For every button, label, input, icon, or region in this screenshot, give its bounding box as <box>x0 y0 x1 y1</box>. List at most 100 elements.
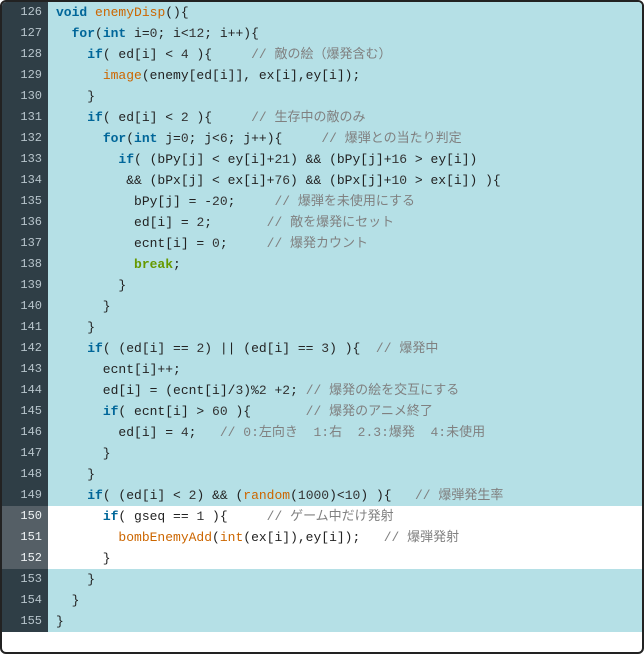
token-num: 16 <box>392 152 408 167</box>
code-line: 153 } <box>2 569 642 590</box>
token-cmt: // 敵を爆発にセット <box>267 215 394 230</box>
token-kw: if <box>87 110 103 125</box>
token-plain: (){ <box>165 5 188 20</box>
token-kw: if <box>87 488 103 503</box>
token-plain <box>56 47 87 62</box>
line-content: if( ed[i] < 4 ){ // 敵の絵（爆発含む） <box>48 44 642 65</box>
line-content: && (bPx[j] < ex[i]+76) && (bPx[j]+10 > e… <box>48 170 642 191</box>
line-content: void enemyDisp(){ <box>48 2 642 23</box>
token-type: int <box>103 26 126 41</box>
line-content: if( (ed[i] == 2) || (ed[i] == 3) ){ // 爆… <box>48 338 642 359</box>
code-line: 155} <box>2 611 642 632</box>
token-num: 2 <box>282 383 290 398</box>
line-content: bombEnemyAdd(int(ex[i]),ey[i]); // 爆弾発射 <box>48 527 642 548</box>
line-content: } <box>48 443 642 464</box>
token-plain: ( ed[i] < <box>103 47 181 62</box>
code-line: 134 && (bPx[j] < ex[i]+76) && (bPx[j]+10… <box>2 170 642 191</box>
code-line: 129 image(enemy[ed[i]], ex[i],ey[i]); <box>2 65 642 86</box>
token-plain: ) && ( <box>196 488 243 503</box>
token-plain <box>56 131 103 146</box>
line-content: } <box>48 611 642 632</box>
token-plain: ecnt[i] = <box>56 236 212 251</box>
token-plain: ( <box>212 530 220 545</box>
line-number: 137 <box>2 233 48 254</box>
token-plain: + <box>267 383 283 398</box>
line-number: 151 <box>2 527 48 548</box>
line-content: } <box>48 296 642 317</box>
line-content: } <box>48 569 642 590</box>
token-plain: i= <box>126 26 149 41</box>
token-plain <box>56 341 87 356</box>
token-plain: ; j++){ <box>228 131 322 146</box>
token-plain <box>56 152 118 167</box>
line-content: ed[i] = 2; // 敵を爆発にセット <box>48 212 642 233</box>
token-cmt: // 爆弾を未使用にする <box>274 194 415 209</box>
token-plain <box>56 110 87 125</box>
token-plain: } <box>56 593 79 608</box>
line-content: ecnt[i] = 0; // 爆発カウント <box>48 233 642 254</box>
token-num: 10 <box>345 488 361 503</box>
token-cmt: // 爆発のアニメ終了 <box>306 404 433 419</box>
token-num: 4 <box>181 425 189 440</box>
token-plain: } <box>56 572 95 587</box>
line-content: } <box>48 317 642 338</box>
token-plain: (ex[i]),ey[i]); <box>243 530 383 545</box>
token-fn: bombEnemyAdd <box>118 530 212 545</box>
token-num: 4 <box>181 47 189 62</box>
code-line: 154 } <box>2 590 642 611</box>
line-content: ed[i] = 4; // 0:左向き 1:右 2.3:爆発 4:未使用 <box>48 422 642 443</box>
line-content: if( (ed[i] < 2) && (random(1000)<10) ){ … <box>48 485 642 506</box>
token-plain: } <box>56 278 126 293</box>
token-ctrl: break <box>134 257 173 272</box>
token-plain: > ey[i]) <box>407 152 477 167</box>
code-line: 126void enemyDisp(){ <box>2 2 642 23</box>
line-number: 130 <box>2 86 48 107</box>
line-number: 131 <box>2 107 48 128</box>
code-line: 143 ecnt[i]++; <box>2 359 642 380</box>
code-line: 140 } <box>2 296 642 317</box>
token-plain: ){ <box>189 47 251 62</box>
line-content: } <box>48 548 642 569</box>
code-line: 151 bombEnemyAdd(int(ex[i]),ey[i]); // 爆… <box>2 527 642 548</box>
code-line: 133 if( (bPy[j] < ey[i]+21) && (bPy[j]+1… <box>2 149 642 170</box>
token-plain: && (bPx[j] < ex[i]+ <box>56 173 274 188</box>
line-content: } <box>48 275 642 296</box>
code-line: 138 break; <box>2 254 642 275</box>
code-line: 152 } <box>2 548 642 569</box>
line-number: 148 <box>2 464 48 485</box>
token-plain: ed[i] = (ecnt[i]/ <box>56 383 235 398</box>
line-number: 145 <box>2 401 48 422</box>
token-plain: ){ <box>228 404 306 419</box>
code-line: 135 bPy[j] = -20; // 爆弾を未使用にする <box>2 191 642 212</box>
token-plain <box>56 530 118 545</box>
token-plain: ; <box>228 194 275 209</box>
line-content: bPy[j] = -20; // 爆弾を未使用にする <box>48 191 642 212</box>
code-line: 142 if( (ed[i] == 2) || (ed[i] == 3) ){ … <box>2 338 642 359</box>
token-fn: enemyDisp <box>95 5 165 20</box>
token-plain: } <box>56 551 111 566</box>
token-cmt: // ゲーム中だけ発射 <box>267 509 394 524</box>
code-line: 127 for(int i=0; i<12; i++){ <box>2 23 642 44</box>
token-plain: } <box>56 467 95 482</box>
token-plain <box>56 68 103 83</box>
token-plain: } <box>56 299 111 314</box>
token-plain: } <box>56 446 111 461</box>
line-number: 135 <box>2 191 48 212</box>
line-number: 141 <box>2 317 48 338</box>
line-content: ecnt[i]++; <box>48 359 642 380</box>
code-line: 132 for(int j=0; j<6; j++){ // 爆弾との当たり判定 <box>2 128 642 149</box>
line-content: ed[i] = (ecnt[i]/3)%2 +2; // 爆発の絵を交互にする <box>48 380 642 401</box>
line-number: 153 <box>2 569 48 590</box>
code-line: 146 ed[i] = 4; // 0:左向き 1:右 2.3:爆発 4:未使用 <box>2 422 642 443</box>
code-editor: 126void enemyDisp(){127 for(int i=0; i<1… <box>0 0 644 654</box>
token-num: 2 <box>181 110 189 125</box>
line-content: } <box>48 86 642 107</box>
line-number: 127 <box>2 23 48 44</box>
code-line: 150 if( gseq == 1 ){ // ゲーム中だけ発射 <box>2 506 642 527</box>
line-number: 154 <box>2 590 48 611</box>
line-number: 155 <box>2 611 48 632</box>
token-plain: } <box>56 614 64 629</box>
code-line: 136 ed[i] = 2; // 敵を爆発にセット <box>2 212 642 233</box>
line-content: image(enemy[ed[i]], ex[i],ey[i]); <box>48 65 642 86</box>
token-plain <box>56 257 134 272</box>
